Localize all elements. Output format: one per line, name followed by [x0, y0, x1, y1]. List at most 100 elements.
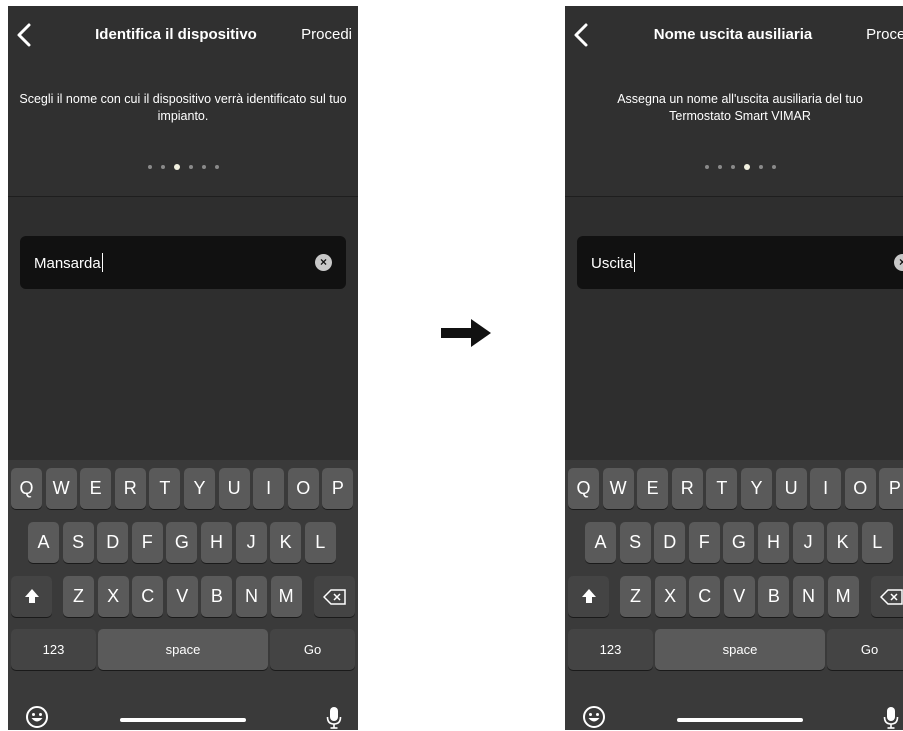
key-t[interactable]: T [706, 468, 738, 509]
step-dot [758, 165, 763, 169]
shift-key[interactable] [11, 576, 52, 617]
key-j[interactable]: J [792, 522, 824, 563]
key-d[interactable]: D [97, 522, 129, 563]
key-i[interactable]: I [253, 468, 285, 509]
header-area: Identifica il dispositivo Procedi Scegli… [8, 6, 358, 197]
step-indicator [565, 164, 903, 170]
key-q[interactable]: Q [568, 468, 599, 509]
text-caret [101, 253, 104, 272]
key-j[interactable]: J [235, 522, 267, 563]
microphone-icon[interactable] [883, 706, 899, 730]
key-k[interactable]: K [827, 522, 859, 563]
key-h[interactable]: H [758, 522, 789, 563]
key-f[interactable]: F [131, 522, 163, 563]
key-p[interactable]: P [879, 468, 903, 509]
key-l[interactable]: L [861, 522, 893, 563]
back-chevron-icon[interactable] [571, 22, 593, 48]
name-input[interactable]: Uscita × [577, 236, 903, 289]
name-input[interactable]: Mansarda × [20, 236, 346, 289]
key-w[interactable]: W [45, 468, 77, 509]
key-y[interactable]: Y [741, 468, 772, 509]
step-dot [730, 165, 735, 169]
numbers-key[interactable]: 123 [11, 629, 96, 670]
step-dot [771, 165, 776, 169]
back-chevron-icon[interactable] [14, 22, 36, 48]
step-dot [717, 165, 722, 169]
key-x[interactable]: X [654, 576, 686, 617]
key-h[interactable]: H [201, 522, 232, 563]
delete-key[interactable] [314, 576, 355, 617]
key-m[interactable]: M [270, 576, 302, 617]
key-r[interactable]: R [671, 468, 703, 509]
description-text: Assegna un nome all'uscita ausiliaria de… [617, 92, 863, 123]
key-s[interactable]: S [62, 522, 94, 563]
home-indicator [120, 718, 246, 722]
key-b[interactable]: B [758, 576, 790, 617]
key-i[interactable]: I [810, 468, 842, 509]
key-p[interactable]: P [322, 468, 354, 509]
step-dot [147, 165, 152, 169]
key-g[interactable]: G [723, 522, 755, 563]
home-indicator [677, 718, 803, 722]
shift-icon [24, 589, 39, 603]
key-c[interactable]: C [132, 576, 164, 617]
clear-x-icon[interactable]: × [894, 254, 903, 271]
key-k[interactable]: K [270, 522, 302, 563]
key-a[interactable]: A [28, 522, 59, 563]
backspace-icon [322, 589, 346, 605]
key-z[interactable]: Z [63, 576, 94, 617]
key-z[interactable]: Z [620, 576, 651, 617]
key-g[interactable]: G [166, 522, 198, 563]
key-l[interactable]: L [304, 522, 336, 563]
space-key[interactable]: space [98, 629, 268, 670]
emoji-icon[interactable] [583, 706, 605, 728]
key-o[interactable]: O [287, 468, 319, 509]
key-m[interactable]: M [827, 576, 859, 617]
key-w[interactable]: W [602, 468, 634, 509]
key-f[interactable]: F [688, 522, 720, 563]
proceed-button[interactable]: Procedi [301, 26, 352, 43]
key-t[interactable]: T [149, 468, 181, 509]
key-e[interactable]: E [637, 468, 669, 509]
clear-x-icon[interactable]: × [315, 254, 332, 271]
go-key[interactable]: Go [270, 629, 355, 670]
page-title: Identifica il dispositivo [95, 26, 257, 43]
shift-key[interactable] [568, 576, 609, 617]
on-screen-keyboard: Q W E R T Y U I O P A S D F G H J K L Z X C V B N M 123 space Go [565, 460, 903, 730]
key-n[interactable]: N [236, 576, 267, 617]
key-d[interactable]: D [654, 522, 686, 563]
delete-key[interactable] [871, 576, 903, 617]
key-v[interactable]: V [723, 576, 755, 617]
key-n[interactable]: N [793, 576, 824, 617]
shift-icon [581, 589, 596, 603]
microphone-icon[interactable] [326, 706, 342, 730]
phone-screen-before: Identifica il dispositivo Procedi Scegli… [8, 6, 358, 730]
key-o[interactable]: O [844, 468, 876, 509]
name-input-value: Uscita [591, 255, 633, 272]
phone-screen-after: Nome uscita ausiliaria Procedi Assegna u… [565, 6, 903, 730]
backspace-icon [879, 589, 903, 605]
numbers-key[interactable]: 123 [568, 629, 653, 670]
key-e[interactable]: E [80, 468, 112, 509]
step-dot-active [743, 164, 750, 170]
step-dot [160, 165, 165, 169]
key-v[interactable]: V [166, 576, 198, 617]
key-u[interactable]: U [218, 468, 250, 509]
space-key[interactable]: space [655, 629, 825, 670]
step-dot-active [173, 164, 180, 170]
key-s[interactable]: S [619, 522, 651, 563]
key-q[interactable]: Q [11, 468, 42, 509]
key-r[interactable]: R [114, 468, 146, 509]
emoji-icon[interactable] [26, 706, 48, 728]
key-c[interactable]: C [689, 576, 721, 617]
page-title: Nome uscita ausiliaria [653, 26, 813, 43]
key-u[interactable]: U [775, 468, 807, 509]
step-indicator [8, 164, 358, 170]
key-y[interactable]: Y [184, 468, 215, 509]
key-x[interactable]: X [97, 576, 129, 617]
step-dot [214, 165, 219, 169]
proceed-button[interactable]: Procedi [866, 26, 903, 43]
key-a[interactable]: A [585, 522, 616, 563]
key-b[interactable]: B [201, 576, 233, 617]
go-key[interactable]: Go [827, 629, 903, 670]
